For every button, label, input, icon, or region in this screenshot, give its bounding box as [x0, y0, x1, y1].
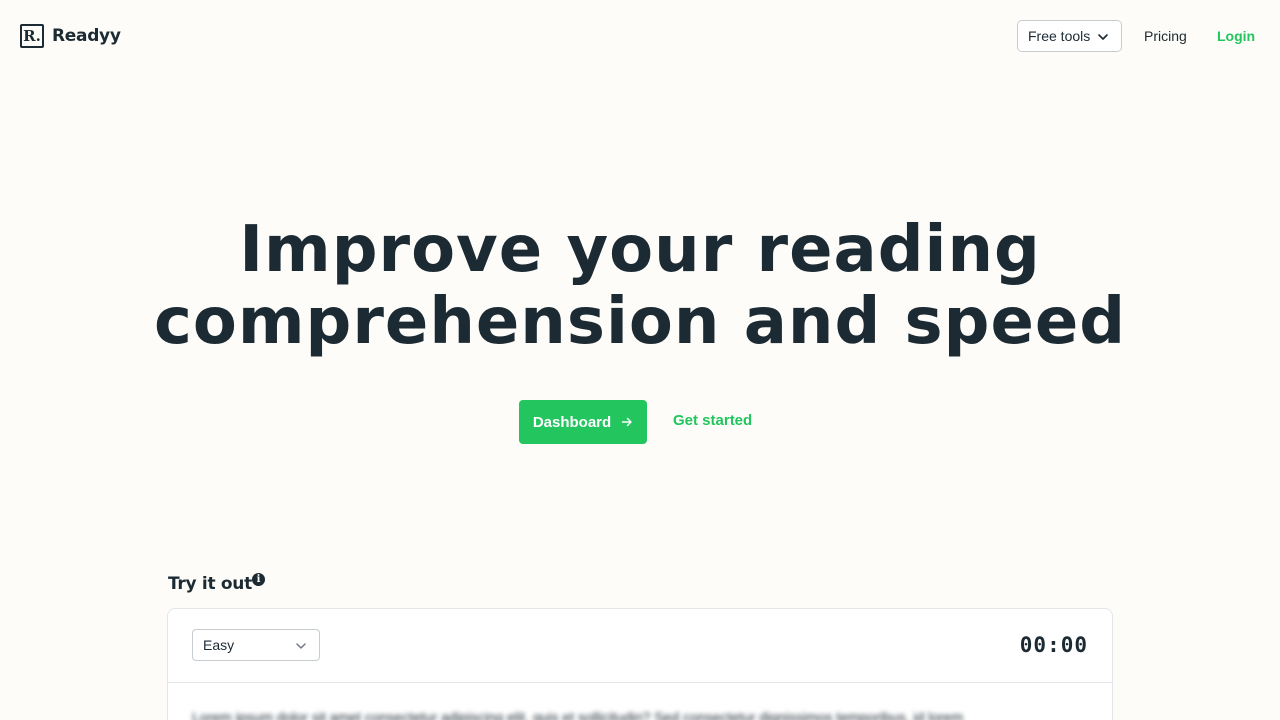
free-tools-dropdown[interactable]: Free tools	[1017, 20, 1122, 52]
nav-pricing-link[interactable]: Pricing	[1144, 26, 1187, 46]
chevron-down-icon	[1098, 34, 1108, 40]
hero-title-line2: comprehension and speed	[153, 285, 1127, 359]
logo-icon[interactable]: R.	[20, 24, 44, 48]
arrow-right-icon	[621, 417, 632, 427]
reading-test-panel: Easy 00:00 Lorem ipsum dolor sit amet co…	[167, 608, 1113, 720]
chevron-down-icon	[296, 643, 306, 649]
hero-title-line1: Improve your reading	[239, 213, 1041, 287]
info-icon[interactable]: i	[252, 573, 265, 586]
dashboard-button-label: Dashboard	[532, 413, 612, 431]
free-tools-label: Free tools	[1028, 28, 1091, 44]
difficulty-value: Easy	[203, 637, 235, 653]
dashboard-button[interactable]: Dashboard	[519, 400, 647, 444]
hero-title: Improve your reading comprehension and s…	[0, 214, 1280, 358]
nav-login-link[interactable]: Login	[1217, 26, 1255, 46]
get-started-link[interactable]: Get started	[673, 411, 752, 431]
try-it-out-heading: Try it out	[168, 574, 252, 594]
panel-divider	[168, 682, 1112, 683]
logo-text[interactable]: Readyy	[52, 24, 121, 48]
difficulty-select[interactable]: Easy	[192, 629, 320, 661]
timer-display: 00:00	[1019, 633, 1088, 657]
blurred-preview-text: Lorem ipsum dolor sit amet consectetur a…	[192, 709, 964, 720]
site-header: R. Readyy Free tools Pricing Login	[0, 0, 1280, 72]
